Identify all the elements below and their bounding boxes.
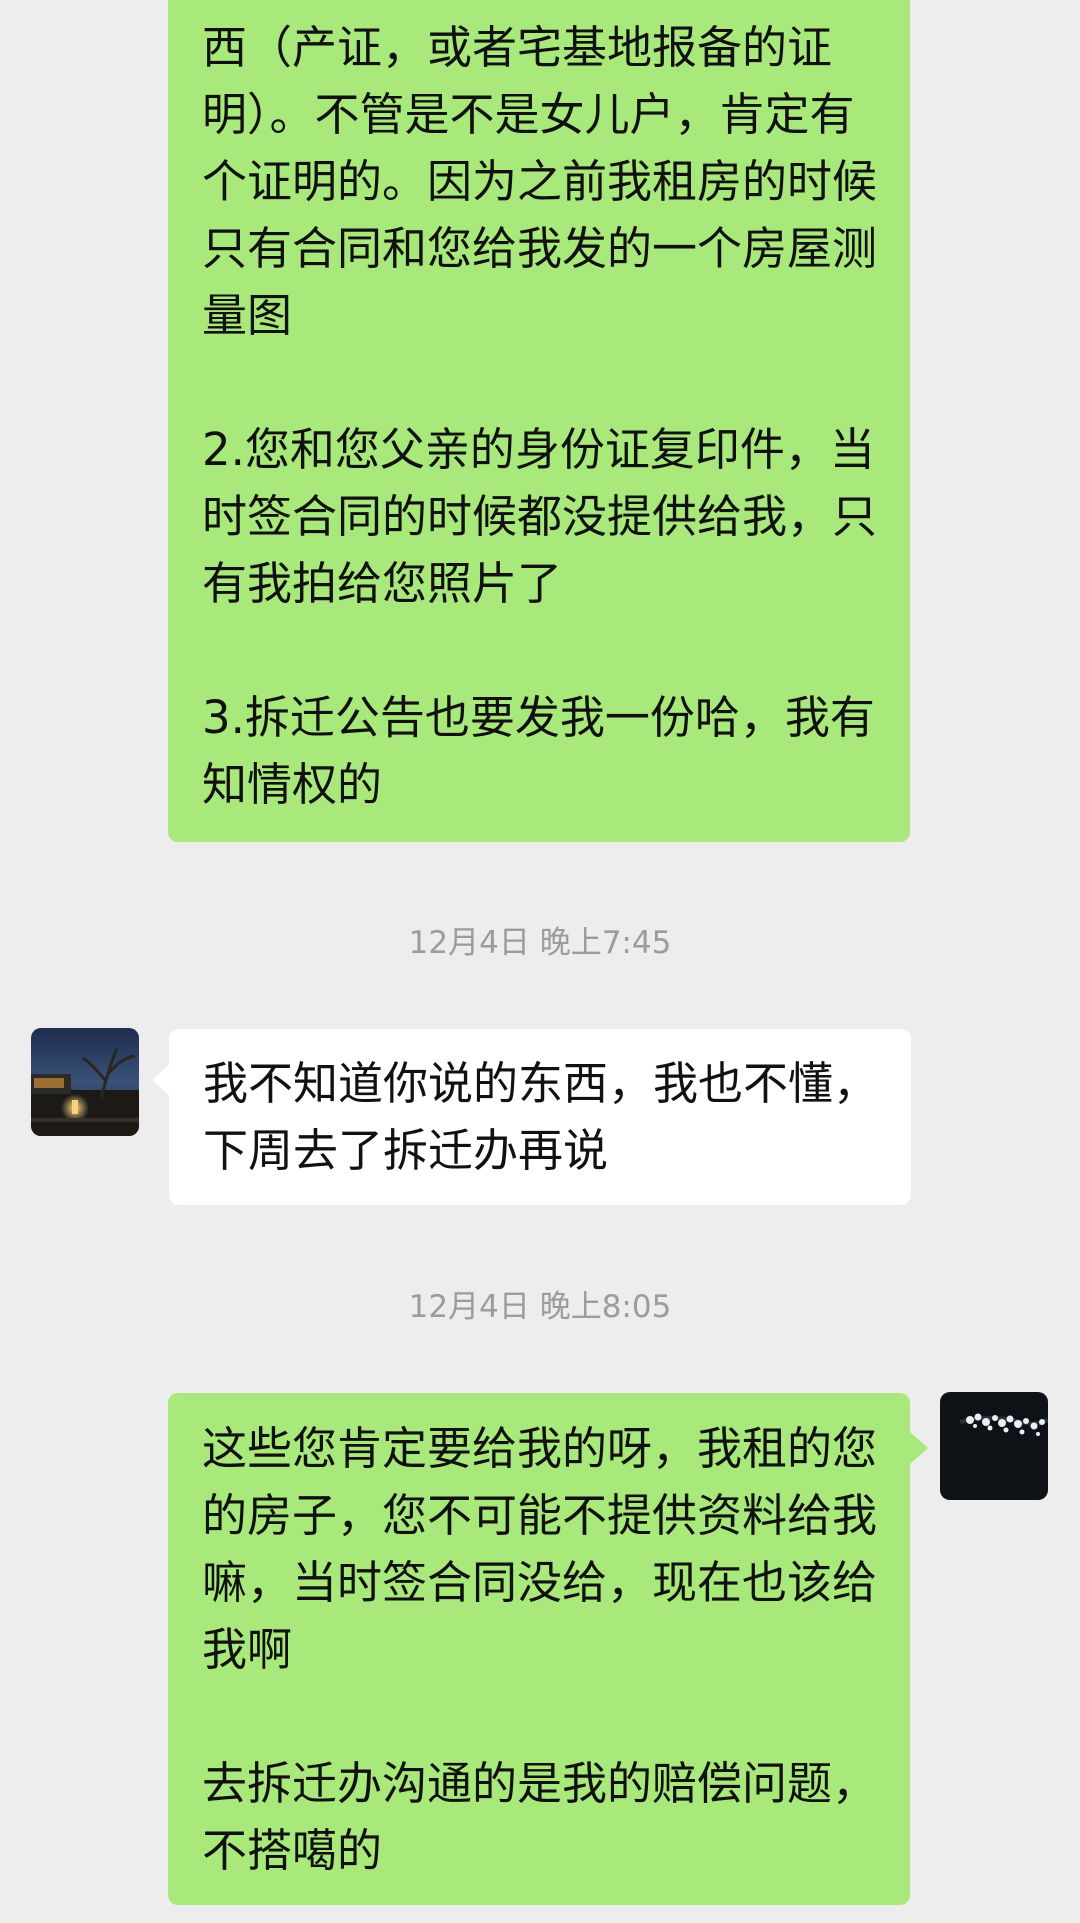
night-garden-avatar[interactable] bbox=[31, 1028, 139, 1136]
incoming-bubble-tail bbox=[152, 1064, 170, 1096]
chat-message-list[interactable]: 西（产证，或者宅基地报备的证明）。不管是不是女儿户，肯定有个证明的。因为之前我租… bbox=[0, 0, 1080, 1923]
blossom-avatar[interactable] bbox=[940, 1392, 1048, 1500]
message-timestamp: 12月4日 晚上7:45 bbox=[408, 925, 672, 961]
outgoing-message-bubble[interactable]: 西（产证，或者宅基地报备的证明）。不管是不是女儿户，肯定有个证明的。因为之前我租… bbox=[168, 0, 910, 842]
outgoing-bubble-tail bbox=[910, 1432, 928, 1464]
outgoing-message-bubble[interactable]: 这些您肯定要给我的呀，我租的您的房子，您不可能不提供资料给我嘛，当时签合同没给，… bbox=[168, 1393, 910, 1905]
incoming-message-bubble[interactable]: 我不知道你说的东西，我也不懂，下周去了拆迁办再说 bbox=[169, 1029, 911, 1205]
message-timestamp: 12月4日 晚上8:05 bbox=[408, 1289, 672, 1325]
